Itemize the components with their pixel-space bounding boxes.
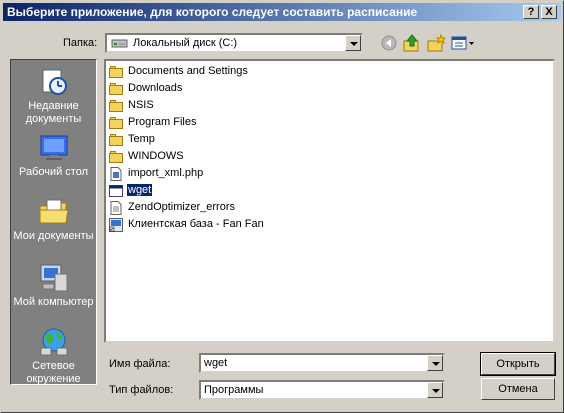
up-folder-icon[interactable] bbox=[402, 33, 422, 53]
place-label: Недавние документы bbox=[25, 100, 82, 125]
close-button[interactable]: X bbox=[541, 5, 557, 19]
place-label: Рабочий стол bbox=[18, 166, 89, 178]
location-combo[interactable]: Локальный диск (C:) bbox=[105, 33, 363, 53]
network-places-icon bbox=[38, 326, 70, 358]
filename-value: wget bbox=[204, 357, 228, 369]
place-my-documents[interactable]: Мои документы bbox=[11, 196, 96, 243]
open-button[interactable]: Открыть bbox=[480, 352, 556, 376]
places-bar: Недавние документы Рабочий стол Мои доку… bbox=[10, 59, 97, 385]
chevron-down-icon[interactable] bbox=[345, 35, 361, 51]
filename-field[interactable]: wget bbox=[199, 353, 445, 373]
hard-drive-icon bbox=[111, 38, 129, 49]
title-bar[interactable]: Выберите приложение, для которого следуе… bbox=[3, 3, 561, 21]
place-recent-documents[interactable]: Недавние документы bbox=[11, 66, 96, 126]
php-file-icon bbox=[109, 167, 123, 181]
place-desktop[interactable]: Рабочий стол bbox=[11, 132, 96, 179]
my-computer-icon bbox=[38, 262, 70, 294]
file-list[interactable]: Documents and Settings Downloads NSIS Pr… bbox=[104, 59, 555, 343]
help-button[interactable]: ? bbox=[523, 5, 539, 19]
place-network[interactable]: Сетевое окружение bbox=[11, 326, 96, 386]
filename-label: Имя файла: bbox=[109, 358, 171, 370]
filetype-value: Программы bbox=[204, 384, 264, 396]
view-menu-icon[interactable] bbox=[450, 33, 476, 53]
chevron-down-icon[interactable] bbox=[427, 355, 443, 371]
place-label: Мой компьютер bbox=[13, 296, 94, 308]
folder-icon bbox=[109, 99, 123, 113]
window-title: Выберите приложение, для которого следуе… bbox=[7, 5, 418, 19]
new-folder-icon[interactable] bbox=[426, 33, 447, 53]
location-value: Локальный диск (C:) bbox=[133, 37, 238, 49]
my-documents-icon bbox=[38, 196, 70, 228]
folder-icon bbox=[109, 133, 123, 147]
folder-icon bbox=[109, 150, 123, 164]
filetype-label: Тип файлов: bbox=[109, 384, 174, 396]
folder-icon bbox=[109, 65, 123, 79]
chevron-down-icon[interactable] bbox=[427, 382, 443, 398]
cancel-button[interactable]: Отмена bbox=[481, 378, 555, 400]
folder-icon bbox=[109, 116, 123, 130]
location-label: Папка: bbox=[63, 37, 98, 49]
back-icon[interactable] bbox=[379, 33, 399, 53]
place-label: Мои документы bbox=[13, 230, 94, 242]
text-file-icon bbox=[109, 201, 123, 215]
place-label: Сетевое окружение bbox=[26, 360, 81, 385]
shortcut-icon bbox=[109, 218, 123, 232]
folder-icon bbox=[109, 82, 123, 96]
recent-documents-icon bbox=[38, 66, 70, 98]
place-my-computer[interactable]: Мой компьютер bbox=[11, 262, 96, 309]
executable-icon bbox=[109, 184, 123, 198]
desktop-icon bbox=[38, 132, 70, 164]
filetype-select[interactable]: Программы bbox=[199, 380, 445, 400]
dialog-window: Выберите приложение, для которого следуе… bbox=[0, 0, 564, 413]
